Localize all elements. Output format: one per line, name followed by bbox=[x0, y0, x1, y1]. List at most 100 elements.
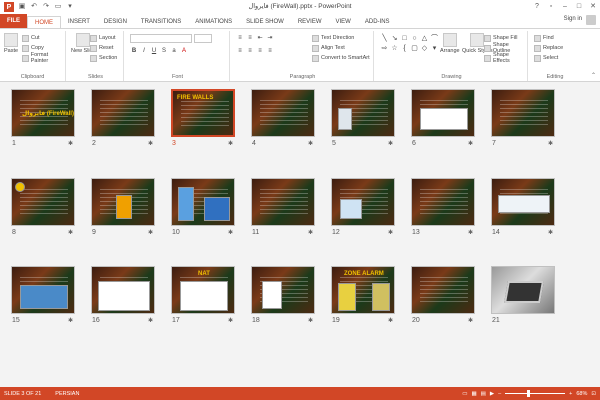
right-arrow-icon[interactable]: ⇨ bbox=[380, 44, 389, 53]
zoom-slider[interactable] bbox=[505, 390, 566, 397]
tab-file[interactable]: FILE bbox=[0, 14, 27, 28]
tab-animations[interactable]: ANIMATIONS bbox=[188, 16, 239, 28]
increase-indent-icon[interactable]: ⇥ bbox=[266, 34, 274, 42]
curve-icon[interactable]: ⌒ bbox=[430, 34, 439, 43]
language-indicator[interactable]: PERSIAN bbox=[41, 391, 79, 397]
more-shapes-icon[interactable]: ▾ bbox=[430, 44, 439, 53]
cut-button[interactable]: Cut bbox=[22, 33, 65, 43]
slide-thumbnail-9[interactable]: 9 ✱ bbox=[91, 178, 155, 240]
slide-thumbnail-11[interactable]: 11 ✱ bbox=[251, 178, 315, 240]
slide-thumbnail-14[interactable]: 14 ✱ bbox=[491, 178, 555, 240]
convert-smartart-button[interactable]: Convert to SmartArt bbox=[312, 53, 370, 63]
slide-thumbnail-4[interactable]: 4 ✱ bbox=[251, 89, 315, 151]
slide-thumbnail-8[interactable]: 8 ✱ bbox=[11, 178, 75, 240]
minimize-icon[interactable]: – bbox=[558, 0, 572, 14]
tab-transitions[interactable]: TRANSITIONS bbox=[134, 16, 188, 28]
arrange-button[interactable]: Arrange bbox=[440, 33, 460, 54]
slide-sorter-view-icon[interactable]: ▦ bbox=[471, 391, 476, 397]
customize-qat-icon[interactable]: ▾ bbox=[66, 3, 74, 11]
align-center-icon[interactable]: ≡ bbox=[246, 47, 254, 55]
slide-thumbnail-5[interactable]: 5 ✱ bbox=[331, 89, 395, 151]
decrease-indent-icon[interactable]: ⇤ bbox=[256, 34, 264, 42]
triangle-icon[interactable]: △ bbox=[420, 34, 429, 43]
slide-thumbnail-17[interactable]: NAT 17 ✱ bbox=[171, 266, 235, 328]
normal-view-icon[interactable]: ▭ bbox=[462, 391, 467, 397]
shadow-icon[interactable]: a bbox=[170, 47, 178, 55]
rounded-rect-icon[interactable]: ▢ bbox=[410, 44, 419, 53]
italic-icon[interactable]: I bbox=[140, 47, 148, 55]
slide-thumbnail-20[interactable]: 20 ✱ bbox=[411, 266, 475, 328]
slide-preview: ZONE ALARM bbox=[331, 266, 395, 314]
star-icon[interactable]: ☆ bbox=[390, 44, 399, 53]
oval-icon[interactable]: ○ bbox=[410, 34, 419, 43]
shape-effects-button[interactable]: Shape Effects bbox=[484, 52, 527, 64]
slide-show-view-icon[interactable]: ▶ bbox=[490, 391, 494, 397]
tab-design[interactable]: DESIGN bbox=[97, 16, 134, 28]
zoom-level[interactable]: 68% bbox=[576, 391, 587, 397]
slide-thumbnail-10[interactable]: 10 ✱ bbox=[171, 178, 235, 240]
tab-insert[interactable]: INSERT bbox=[61, 16, 97, 28]
slide-thumbnail-16[interactable]: 16 ✱ bbox=[91, 266, 155, 328]
line-icon[interactable]: ╲ bbox=[380, 34, 389, 43]
brace-icon[interactable]: { bbox=[400, 44, 409, 53]
collapse-ribbon-icon[interactable]: ⌃ bbox=[591, 72, 596, 79]
tab-add-ins[interactable]: ADD-INS bbox=[358, 16, 397, 28]
underline-icon[interactable]: U bbox=[150, 47, 158, 55]
arrow-icon[interactable]: ↘ bbox=[390, 34, 399, 43]
fit-to-window-icon[interactable]: ⊡ bbox=[591, 391, 596, 397]
zoom-slider-thumb[interactable] bbox=[527, 390, 531, 397]
text-direction-button[interactable]: Text Direction bbox=[312, 33, 370, 43]
slide-thumbnail-13[interactable]: 13 ✱ bbox=[411, 178, 475, 240]
font-size-input[interactable] bbox=[194, 34, 212, 43]
slide-thumbnail-7[interactable]: 7 ✱ bbox=[491, 89, 555, 151]
layout-button[interactable]: Layout bbox=[90, 33, 117, 43]
strikethrough-icon[interactable]: S bbox=[160, 47, 168, 55]
align-left-icon[interactable]: ≡ bbox=[236, 47, 244, 55]
align-text-button[interactable]: Align Text bbox=[312, 43, 370, 53]
reading-view-icon[interactable]: ▤ bbox=[481, 391, 486, 397]
slide-thumbnail-15[interactable]: 15 ✱ bbox=[11, 266, 75, 328]
close-icon[interactable]: ✕ bbox=[586, 0, 600, 14]
slide-thumbnail-1[interactable]: فايروال (FireWall) 1 ✱ bbox=[11, 89, 75, 151]
bullets-icon[interactable]: ≡ bbox=[236, 34, 244, 42]
paste-button[interactable]: Paste bbox=[4, 33, 18, 54]
rect-icon[interactable]: □ bbox=[400, 34, 409, 43]
tab-review[interactable]: REVIEW bbox=[291, 16, 329, 28]
tab-home[interactable]: HOME bbox=[27, 16, 61, 28]
maximize-icon[interactable]: □ bbox=[572, 0, 586, 14]
tab-slide-show[interactable]: SLIDE SHOW bbox=[239, 16, 291, 28]
justify-icon[interactable]: ≡ bbox=[266, 47, 274, 55]
zoom-out-icon[interactable]: – bbox=[498, 391, 501, 397]
slide-thumbnail-21[interactable]: 21 bbox=[491, 266, 555, 328]
font-color-icon[interactable]: A bbox=[180, 47, 188, 55]
section-button[interactable]: Section bbox=[90, 53, 117, 63]
replace-button[interactable]: Replace bbox=[534, 43, 563, 53]
sign-in-link[interactable]: Sign in bbox=[564, 16, 582, 22]
shapes-gallery[interactable]: ╲ ↘ □ ○ △ ⌒ ⇨ ☆ { ▢ ◇ ▾ bbox=[380, 34, 439, 53]
slide-thumbnail-2[interactable]: 2 ✱ bbox=[91, 89, 155, 151]
slide-thumbnail-6[interactable]: 6 ✱ bbox=[411, 89, 475, 151]
slide-counter: SLIDE 3 OF 21 bbox=[4, 390, 42, 397]
find-button[interactable]: Find bbox=[534, 33, 563, 43]
slide-thumbnail-12[interactable]: 12 ✱ bbox=[331, 178, 395, 240]
redo-icon[interactable]: ↷ bbox=[42, 3, 50, 11]
numbering-icon[interactable]: ≡ bbox=[246, 34, 254, 42]
start-presentation-icon[interactable]: ▭ bbox=[54, 3, 62, 11]
slide-thumbnail-18[interactable]: 18 ✱ bbox=[251, 266, 315, 328]
undo-icon[interactable]: ↶ bbox=[30, 3, 38, 11]
avatar[interactable] bbox=[586, 15, 596, 25]
diamond-icon[interactable]: ◇ bbox=[420, 44, 429, 53]
align-right-icon[interactable]: ≡ bbox=[256, 47, 264, 55]
zoom-in-icon[interactable]: + bbox=[569, 391, 572, 397]
ribbon-options-icon[interactable]: ▫ bbox=[544, 0, 558, 14]
format-painter-button[interactable]: Format Painter bbox=[22, 52, 65, 64]
slide-thumbnail-3[interactable]: FIRE WALLS 3 ✱ bbox=[171, 89, 235, 151]
bold-icon[interactable]: B bbox=[130, 47, 138, 55]
tab-view[interactable]: VIEW bbox=[329, 16, 358, 28]
slide-thumbnail-19[interactable]: ZONE ALARM 19 ✱ bbox=[331, 266, 395, 328]
font-name-input[interactable] bbox=[130, 34, 192, 43]
reset-button[interactable]: Reset bbox=[90, 43, 117, 53]
select-button[interactable]: Select bbox=[534, 53, 563, 63]
save-icon[interactable]: ▣ bbox=[18, 3, 26, 11]
help-icon[interactable]: ? bbox=[530, 0, 544, 14]
